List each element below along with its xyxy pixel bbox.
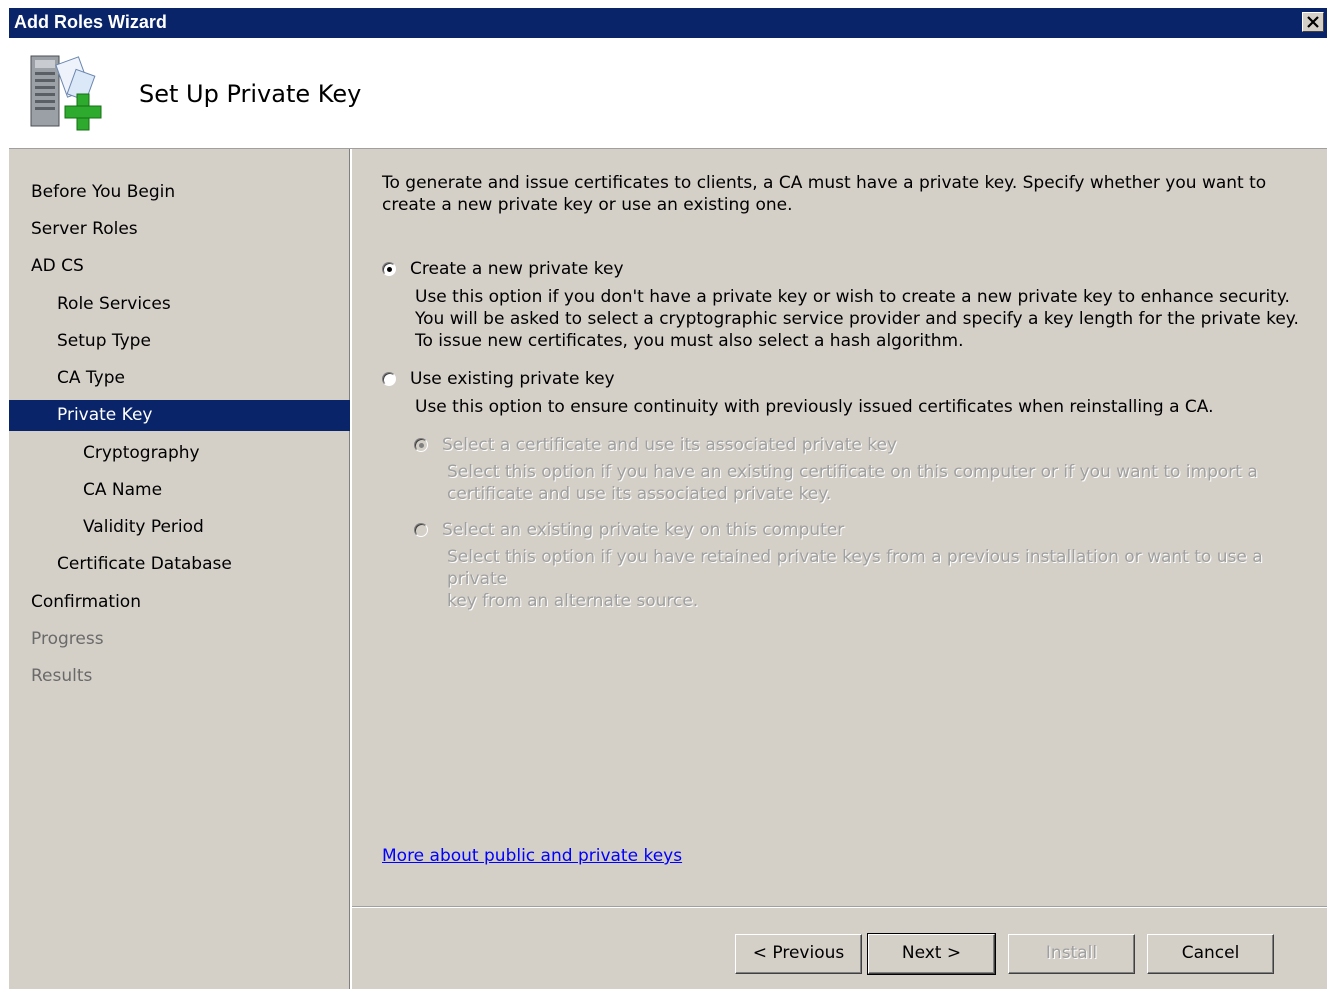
sidebar-item-progress: Progress [31, 629, 104, 649]
wizard-steps-sidebar: Before You Begin Server Roles AD CS Role… [9, 149, 352, 989]
next-button[interactable]: Next > [867, 933, 996, 975]
close-button[interactable] [1302, 12, 1324, 32]
wizard-header: Set Up Private Key [9, 38, 1327, 149]
previous-button[interactable]: < Previous [735, 934, 862, 974]
select-certificate-label: Select a certificate and use its associa… [442, 435, 897, 455]
sidebar-item-before-you-begin[interactable]: Before You Begin [9, 177, 350, 208]
wizard-content: To generate and issue certificates to cl… [352, 149, 1327, 989]
select-certificate-radio[interactable] [414, 438, 428, 452]
button-separator [352, 906, 1327, 908]
sidebar-item-validity-period[interactable]: Validity Period [9, 512, 350, 543]
title-bar[interactable]: Add Roles Wizard [9, 8, 1327, 38]
select-certificate-description: Select this option if you have an existi… [447, 462, 1258, 504]
sidebar-item-setup-type[interactable]: Setup Type [9, 326, 350, 357]
use-existing-key-label: Use existing private key [410, 369, 615, 389]
sidebar-item-ca-type[interactable]: CA Type [9, 363, 350, 394]
server-role-add-icon [30, 55, 102, 131]
add-roles-wizard-window: Add Roles Wizard Set Up Private Key Befo… [8, 8, 1327, 989]
create-new-key-radio[interactable] [382, 262, 396, 276]
option-use-existing-key[interactable]: Use existing private key [382, 369, 615, 389]
sidebar-item-ca-name[interactable]: CA Name [9, 475, 350, 506]
close-icon [1307, 16, 1319, 28]
sidebar-item-results: Results [31, 666, 93, 686]
sidebar-item-private-key[interactable]: Private Key [9, 400, 350, 431]
select-existing-key-description: Select this option if you have retained … [447, 547, 1263, 611]
sidebar-item-cryptography[interactable]: Cryptography [9, 438, 350, 469]
create-new-key-description: Use this option if you don't have a priv… [415, 287, 1299, 351]
window-title: Add Roles Wizard [14, 12, 167, 32]
select-existing-key-label: Select an existing private key on this c… [442, 520, 845, 540]
create-new-key-label: Create a new private key [410, 259, 624, 279]
sub-option-select-existing-key[interactable]: Select an existing private key on this c… [414, 520, 844, 540]
sidebar-item-server-roles[interactable]: Server Roles [9, 214, 350, 245]
option-create-new-key[interactable]: Create a new private key [382, 259, 624, 279]
sidebar-item-ad-cs[interactable]: AD CS [9, 251, 350, 282]
sidebar-item-role-services[interactable]: Role Services [9, 289, 350, 320]
install-button: Install [1008, 934, 1135, 974]
intro-text: To generate and issue certificates to cl… [382, 173, 1267, 215]
sidebar-item-certificate-database[interactable]: Certificate Database [9, 549, 350, 580]
cancel-button[interactable]: Cancel [1147, 934, 1274, 974]
page-title: Set Up Private Key [139, 80, 362, 108]
use-existing-key-description: Use this option to ensure continuity wit… [415, 397, 1214, 417]
select-existing-key-radio[interactable] [414, 523, 428, 537]
sub-option-select-certificate[interactable]: Select a certificate and use its associa… [414, 435, 897, 455]
help-link-public-private-keys[interactable]: More about public and private keys [382, 846, 682, 866]
sidebar-item-confirmation[interactable]: Confirmation [9, 587, 350, 618]
use-existing-key-radio[interactable] [382, 372, 396, 386]
